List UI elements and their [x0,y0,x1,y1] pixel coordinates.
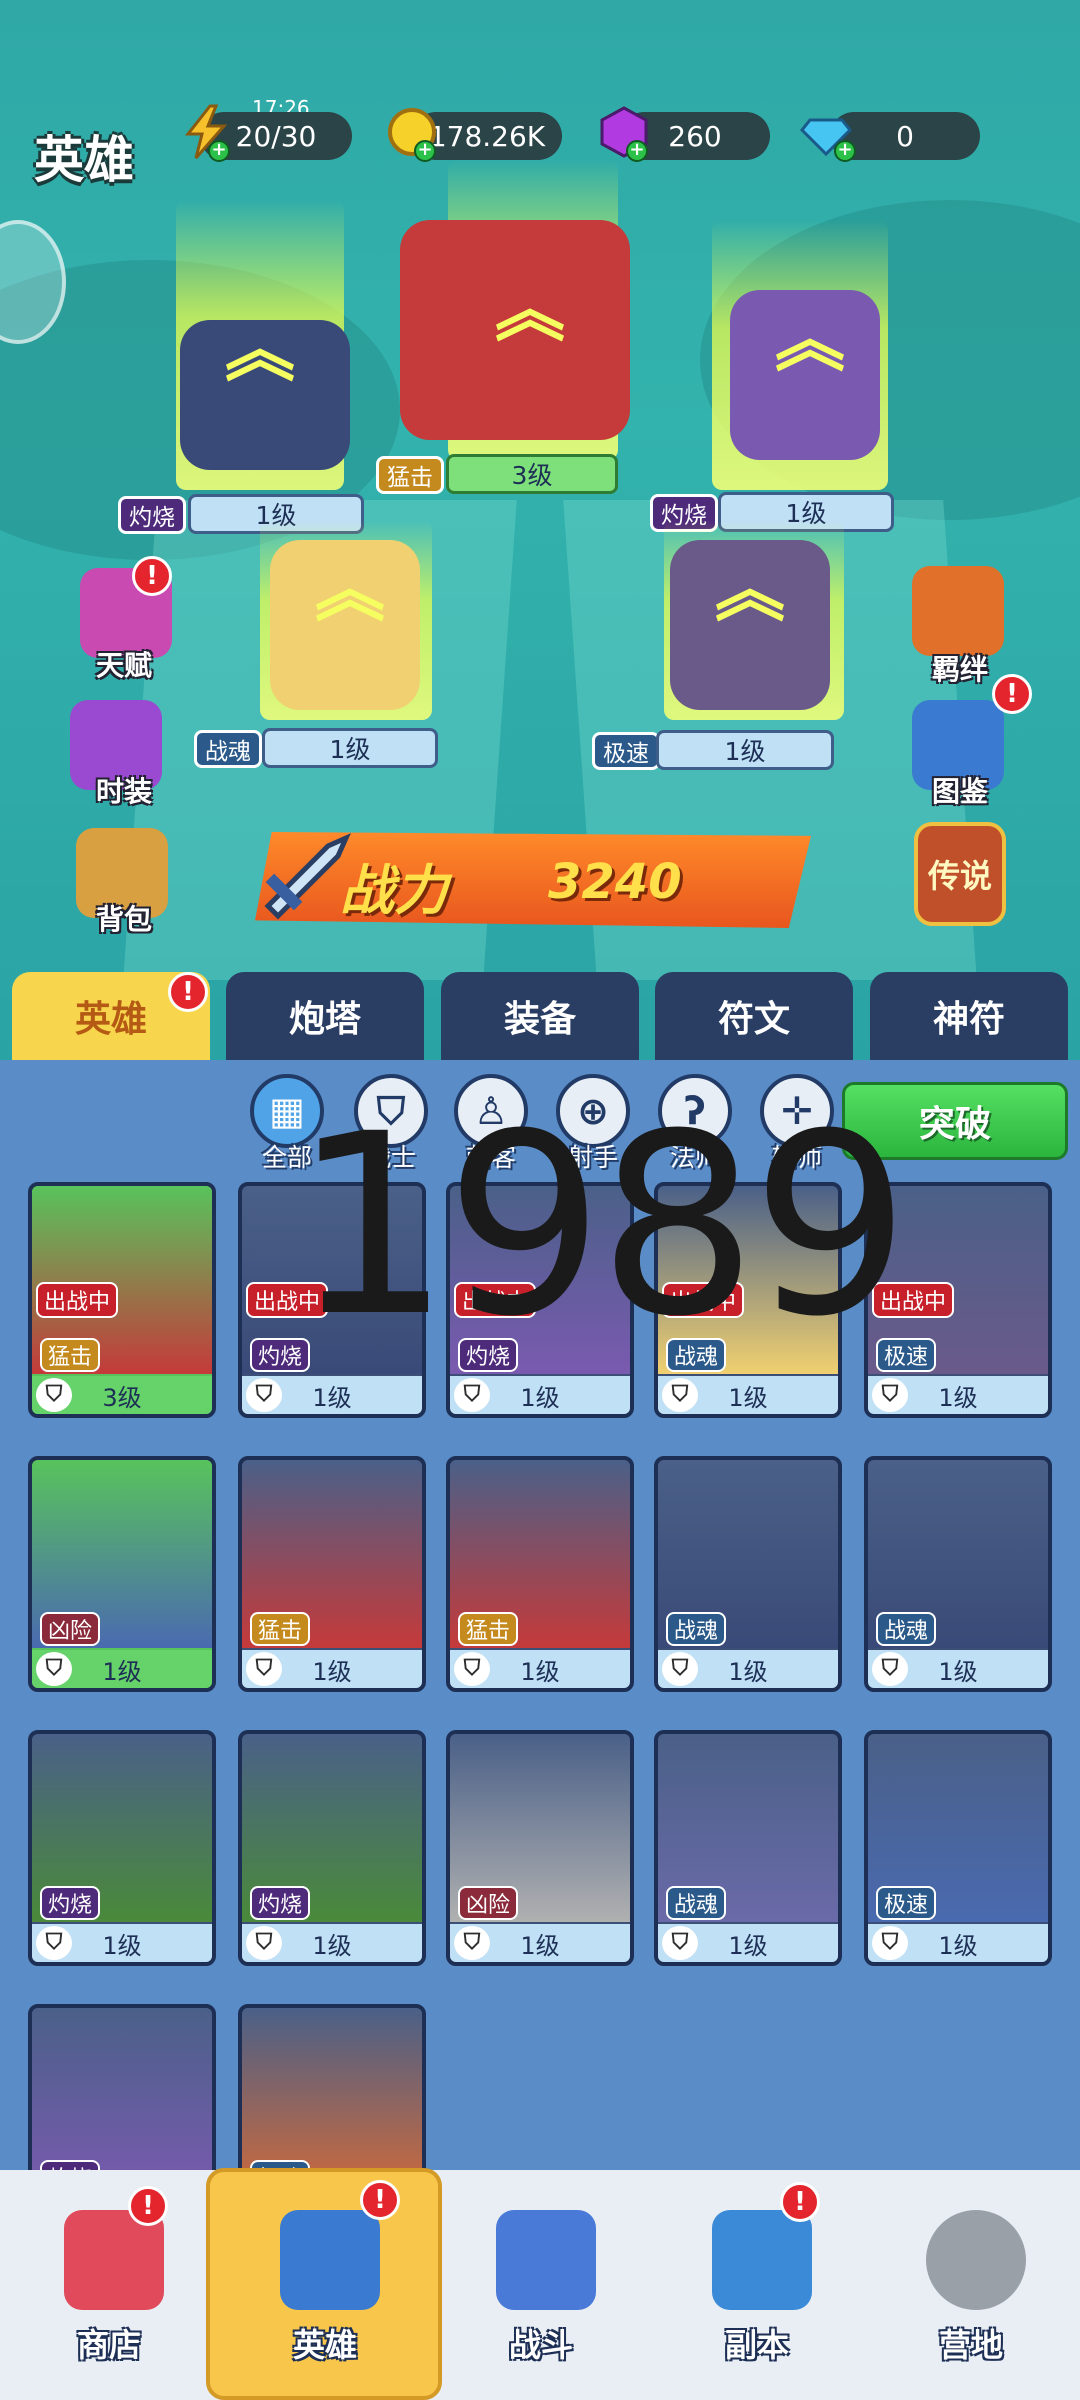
nav-camp[interactable]: 营地 [886,2190,1056,2380]
costume-label: 时装 [95,775,152,808]
stamina-value: 20/30 [235,119,317,153]
lineup-level: 1级 [262,728,438,768]
hero-trait-tag: 猛击 [458,1612,519,1646]
upgrade-arrow-icon: ︽ [715,549,785,631]
deployed-badge: 出战中 [36,1282,119,1318]
lineup-level: 3级 [446,454,618,494]
class-icon: ⛉ [246,1652,282,1686]
hero-card[interactable]: 凶险 1级 ⛉ [446,1730,634,1966]
power-label: 战力 [340,859,448,922]
notification-badge: ! [780,2182,820,2222]
nav-label: 战斗 [508,2326,573,2364]
backpack-label: 背包 [95,903,152,936]
page-title: 英雄 [34,131,134,189]
tab-label: 符文 [717,999,790,1040]
class-icon: ⛉ [246,1926,282,1960]
hero-trait-tag: 战魂 [666,1886,727,1920]
class-icon: ⛉ [454,1926,490,1960]
upgrade-arrow-icon: ︽ [315,549,385,631]
lineup-level: 1级 [656,730,834,770]
hero-trait-tag: 战魂 [666,1612,727,1646]
watermark: 1989 [292,1080,910,1371]
tab-divine-runes[interactable]: 神符 [870,972,1068,1060]
bond-icon[interactable] [912,566,1004,656]
hero-trait-tag: 猛击 [40,1338,101,1372]
notification-badge: ! [992,674,1032,714]
lineup-tag: 灼烧 [118,496,186,534]
tab-runes[interactable]: 符文 [655,972,853,1060]
hero-card[interactable]: 极速 1级 ⛉ [864,1730,1052,1966]
gem-value: 260 [668,119,722,153]
add-gem-icon[interactable]: + [626,140,648,162]
nav-label: 营地 [938,2326,1003,2364]
crossed-swords-icon [496,2210,596,2310]
hero-card[interactable]: 战魂 1级 ⛉ [654,1456,842,1692]
notification-badge: ! [360,2180,400,2220]
hero-trait-tag: 灼烧 [250,1886,311,1920]
nav-dungeon[interactable]: 副本 [672,2190,842,2380]
nav-battle[interactable]: 战斗 [456,2190,626,2380]
tab-label: 神符 [932,999,1005,1040]
hero-card[interactable]: 灼烧 1级 ⛉ [238,1730,426,1966]
notification-badge: ! [168,972,208,1012]
class-icon: ⛉ [662,1652,698,1686]
hero-trait-tag: 猛击 [250,1612,311,1646]
hero-trait-tag: 凶险 [40,1612,101,1646]
gold-value: 178.26K [428,119,546,153]
tab-towers[interactable]: 炮塔 [226,972,424,1060]
hero-trait-tag: 灼烧 [40,1886,101,1920]
nav-shop[interactable]: 商店 [24,2190,194,2380]
hero-card[interactable]: 凶险 1级 ⛉ [28,1456,216,1692]
gear-icon [926,2210,1026,2310]
hero-card[interactable]: 猛击 1级 ⛉ [446,1456,634,1692]
nav-label: 商店 [76,2326,141,2364]
hero-trait-tag: 战魂 [876,1612,937,1646]
legend-button[interactable]: 传说 [914,822,1006,926]
upgrade-arrow-icon: ︽ [495,269,565,351]
add-diamond-icon[interactable]: + [834,140,856,162]
nav-label: 英雄 [292,2326,357,2364]
class-icon: ⛉ [36,1378,72,1412]
add-gold-icon[interactable]: + [414,140,436,162]
notification-badge: ! [128,2186,168,2226]
nav-label: 副本 [724,2326,789,2364]
hero-trait-tag: 凶险 [458,1886,519,1920]
class-icon: ⛉ [662,1378,698,1412]
power-value: 3240 [548,854,682,910]
tab-label: 英雄 [74,999,147,1040]
hero-trait-tag: 极速 [876,1886,937,1920]
hero-card[interactable]: 战魂 1级 ⛉ [864,1456,1052,1692]
class-icon: ⛉ [872,1926,908,1960]
tab-label: 装备 [503,999,576,1040]
lineup-tag: 战魂 [194,730,262,768]
class-icon: ⛉ [36,1926,72,1960]
breakthrough-label: 突破 [918,1104,991,1145]
tab-label: 炮塔 [288,999,361,1040]
notification-badge: ! [132,556,172,596]
class-icon: ⛉ [872,1378,908,1412]
hero-card[interactable]: 猛击 1级 ⛉ [238,1456,426,1692]
lineup-tag: 极速 [592,732,660,770]
talent-label: 天赋 [95,649,152,682]
hero-card[interactable]: 战魂 1级 ⛉ [654,1730,842,1966]
upgrade-arrow-icon: ︽ [225,309,295,391]
class-icon: ⛉ [246,1378,282,1412]
hero-card[interactable]: 灼烧 1级 ⛉ [28,1730,216,1966]
class-icon: ⛉ [454,1652,490,1686]
hero-helmet-icon [280,2210,380,2310]
star-shield-icon [712,2210,812,2310]
class-icon: ⛉ [454,1378,490,1412]
diamond-value: 0 [896,119,914,153]
class-icon: ⛉ [662,1926,698,1960]
tab-equipment[interactable]: 装备 [441,972,639,1060]
codex-label: 图鉴 [931,775,988,808]
upgrade-arrow-icon: ︽ [775,299,845,381]
add-stamina-icon[interactable]: + [208,140,230,162]
lineup-tag: 猛击 [376,456,444,494]
class-icon: ⛉ [872,1652,908,1686]
hero-card[interactable]: 出战中 猛击 3级 ⛉ [28,1182,216,1418]
class-icon: ⛉ [36,1652,72,1686]
legend-label: 传说 [927,857,992,895]
